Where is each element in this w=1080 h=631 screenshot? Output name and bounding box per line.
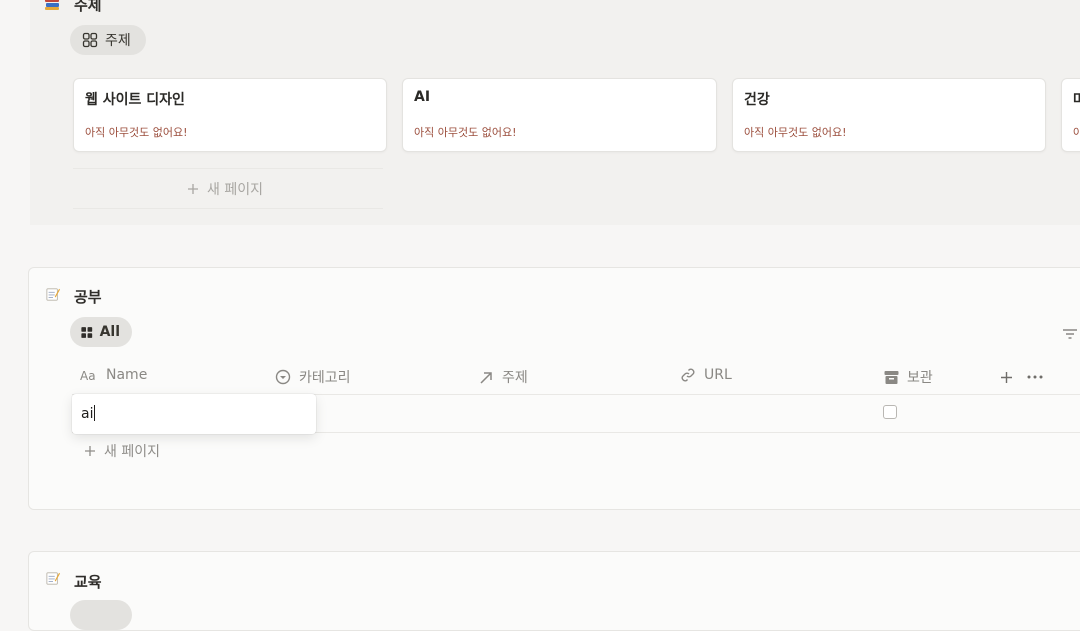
memo-icon	[46, 572, 60, 585]
archive-checkbox[interactable]	[883, 405, 897, 419]
books-icon	[45, 0, 59, 10]
new-page-label: 새 페이지	[207, 182, 263, 198]
new-page-label: 새 페이지	[104, 444, 160, 460]
gallery-card[interactable]: AI 아직 아무것도 없어요!	[402, 78, 717, 152]
topic-section-title: 주제	[74, 0, 102, 14]
relation-arrow-icon	[480, 371, 492, 384]
study-all-view-tab[interactable]: All	[70, 317, 132, 347]
column-header-archive[interactable]: 보관	[884, 367, 933, 387]
gallery-icon	[82, 32, 98, 48]
topic-view-label: 주제	[105, 33, 131, 49]
card-subtitle: 아직 아무것도 없어요!	[85, 126, 188, 139]
add-property-icon[interactable]	[1000, 371, 1013, 384]
column-header-topic[interactable]: 주제	[479, 367, 528, 387]
column-header-category[interactable]: 카테고리	[275, 367, 351, 387]
name-cell-value: ai	[81, 406, 94, 422]
education-db-title: 교육	[74, 573, 102, 591]
education-view-tab[interactable]	[70, 600, 132, 630]
filter-icon[interactable]	[1062, 327, 1078, 341]
memo-icon	[46, 288, 60, 301]
name-cell-editor[interactable]: ai	[72, 394, 316, 434]
divider	[73, 168, 383, 169]
column-label: 보관	[907, 370, 933, 386]
svg-text:Aa: Aa	[80, 369, 96, 382]
select-icon	[275, 369, 291, 385]
column-header-url[interactable]: URL	[680, 367, 732, 383]
card-title: 건강	[744, 92, 770, 108]
education-database	[28, 551, 1080, 631]
gallery-card[interactable]: 건강 아직 아무것도 없어요!	[732, 78, 1046, 152]
table-view-icon	[81, 326, 93, 338]
archive-icon	[884, 370, 899, 384]
plus-icon	[85, 446, 95, 456]
link-icon	[681, 368, 695, 382]
study-new-page-button[interactable]: 새 페이지	[84, 441, 160, 461]
study-database	[28, 267, 1080, 510]
card-subtitle: 아	[1073, 126, 1080, 139]
divider	[73, 208, 383, 209]
topic-gallery-view-tab[interactable]: 주제	[70, 25, 146, 55]
column-header-name[interactable]: Aa Name	[80, 367, 147, 383]
text-caret	[94, 405, 96, 421]
study-view-label: All	[99, 324, 120, 340]
card-subtitle: 아직 아무것도 없어요!	[414, 126, 517, 139]
plus-icon	[188, 184, 198, 194]
gallery-card[interactable]: 마 아	[1061, 78, 1080, 152]
card-title: 웹 사이트 디자인	[85, 92, 185, 108]
column-label: URL	[704, 367, 732, 383]
column-label: 주제	[502, 370, 528, 386]
topic-new-page-button[interactable]: 새 페이지	[187, 179, 263, 199]
gallery-card[interactable]: 웹 사이트 디자인 아직 아무것도 없어요!	[73, 78, 387, 152]
card-title: 마	[1073, 92, 1080, 108]
card-title: AI	[414, 89, 431, 105]
study-db-title: 공부	[74, 288, 102, 306]
card-subtitle: 아직 아무것도 없어요!	[744, 126, 847, 139]
more-icon[interactable]	[1027, 374, 1043, 380]
text-type-icon: Aa	[80, 369, 96, 382]
column-label: 카테고리	[299, 370, 351, 386]
column-label: Name	[106, 367, 148, 383]
